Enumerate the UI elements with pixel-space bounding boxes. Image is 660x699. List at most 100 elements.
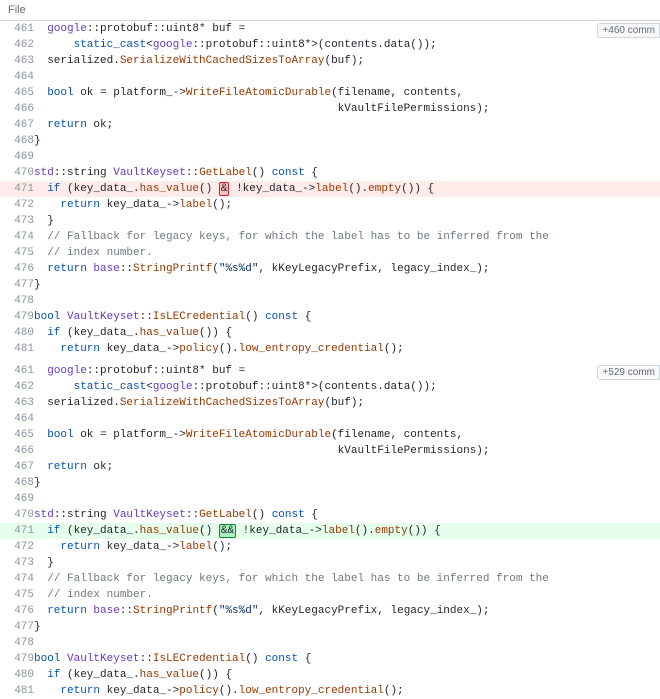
code-line[interactable]: 469	[0, 491, 660, 507]
line-number[interactable]: 471	[0, 523, 34, 539]
line-number[interactable]: 468	[0, 133, 34, 149]
token-func: GetLabel	[199, 167, 252, 179]
code-line[interactable]: 462 static_cast<google::protobuf::uint8*…	[0, 37, 660, 53]
code-line[interactable]: 465 bool ok = platform_->WriteFileAtomic…	[0, 427, 660, 443]
line-number[interactable]: 480	[0, 667, 34, 683]
code-line[interactable]: 468}	[0, 475, 660, 491]
line-number[interactable]: 468	[0, 475, 34, 491]
code-line[interactable]: 481 return key_data_->policy().low_entro…	[0, 341, 660, 357]
line-number[interactable]: 465	[0, 85, 34, 101]
line-number[interactable]: 466	[0, 101, 34, 117]
expand-old-button[interactable]: +460 comm	[597, 23, 660, 38]
code-line[interactable]: 461 google::protobuf::uint8* buf =	[0, 363, 660, 379]
line-number[interactable]: 474	[0, 571, 34, 587]
code-line[interactable]: 475 // index number.	[0, 587, 660, 603]
token-plain: kVaultFilePermissions);	[34, 445, 489, 457]
code-line[interactable]: 473 }	[0, 555, 660, 571]
code-line[interactable]: 472 return key_data_->label();	[0, 197, 660, 213]
line-number[interactable]: 480	[0, 325, 34, 341]
token-plain: key_data_->	[100, 685, 179, 697]
code-line[interactable]: 474 // Fallback for legacy keys, for whi…	[0, 229, 660, 245]
code-line[interactable]: 478	[0, 293, 660, 309]
line-number[interactable]: 477	[0, 277, 34, 293]
token-kw: return	[60, 343, 100, 355]
line-number[interactable]: 479	[0, 651, 34, 667]
line-number[interactable]: 462	[0, 379, 34, 395]
line-number[interactable]: 475	[0, 587, 34, 603]
line-number[interactable]: 478	[0, 635, 34, 651]
code-line[interactable]: 469	[0, 149, 660, 165]
code-line[interactable]: 470std::string VaultKeyset::GetLabel() c…	[0, 507, 660, 523]
code-line[interactable]: 465 bool ok = platform_->WriteFileAtomic…	[0, 85, 660, 101]
code-line[interactable]: 479bool VaultKeyset::IsLECredential() co…	[0, 309, 660, 325]
line-number[interactable]: 472	[0, 539, 34, 555]
code-line[interactable]: 475 // index number.	[0, 245, 660, 261]
line-number[interactable]: 464	[0, 411, 34, 427]
line-number[interactable]: 478	[0, 293, 34, 309]
token-plain	[34, 183, 47, 195]
line-number[interactable]: 467	[0, 117, 34, 133]
code-line[interactable]: 464	[0, 411, 660, 427]
code-line[interactable]: 463 serialized.SerializeWithCachedSizesT…	[0, 395, 660, 411]
code-line[interactable]: 472 return key_data_->label();	[0, 539, 660, 555]
code-line[interactable]: 470std::string VaultKeyset::GetLabel() c…	[0, 165, 660, 181]
token-plain: }	[34, 557, 54, 569]
line-number[interactable]: 470	[0, 507, 34, 523]
token-kw: static_cast	[74, 381, 147, 393]
line-number[interactable]: 463	[0, 395, 34, 411]
line-number[interactable]: 476	[0, 603, 34, 619]
token-plain: ().	[348, 183, 368, 195]
line-number[interactable]: 467	[0, 459, 34, 475]
code-line[interactable]: 476 return base::StringPrintf("%s%d", kK…	[0, 603, 660, 619]
code-line[interactable]: 473 }	[0, 213, 660, 229]
line-number[interactable]: 465	[0, 427, 34, 443]
code-line[interactable]: 466 kVaultFilePermissions);	[0, 443, 660, 459]
line-number[interactable]: 473	[0, 555, 34, 571]
code-line[interactable]: 480 if (key_data_.has_value()) {	[0, 667, 660, 683]
line-number[interactable]: 461	[0, 363, 34, 379]
expand-new-button[interactable]: +529 comm	[597, 365, 660, 380]
code-line[interactable]: 467 return ok;	[0, 459, 660, 475]
line-number[interactable]: 469	[0, 149, 34, 165]
token-ns: google	[47, 23, 87, 35]
code-line[interactable]: 471 if (key_data_.has_value() && !key_da…	[0, 523, 660, 539]
code-cell: return base::StringPrintf("%s%d", kKeyLe…	[34, 603, 660, 619]
token-func: GetLabel	[199, 509, 252, 521]
token-plain: ::protobuf::uint8* buf =	[87, 365, 245, 377]
code-line[interactable]: 478	[0, 635, 660, 651]
code-line[interactable]: 468}	[0, 133, 660, 149]
line-number[interactable]: 481	[0, 683, 34, 699]
line-number[interactable]: 461	[0, 21, 34, 37]
line-number[interactable]: 475	[0, 245, 34, 261]
code-line[interactable]: 474 // Fallback for legacy keys, for whi…	[0, 571, 660, 587]
code-line[interactable]: 462 static_cast<google::protobuf::uint8*…	[0, 379, 660, 395]
line-number[interactable]: 473	[0, 213, 34, 229]
line-number[interactable]: 479	[0, 309, 34, 325]
token-plain: ::	[120, 605, 133, 617]
code-line[interactable]: 471 if (key_data_.has_value() & !key_dat…	[0, 181, 660, 197]
line-number[interactable]: 464	[0, 69, 34, 85]
code-line[interactable]: 479bool VaultKeyset::IsLECredential() co…	[0, 651, 660, 667]
code-line[interactable]: 461 google::protobuf::uint8* buf =	[0, 21, 660, 37]
code-line[interactable]: 477}	[0, 619, 660, 635]
code-line[interactable]: 480 if (key_data_.has_value()) {	[0, 325, 660, 341]
code-line[interactable]: 481 return key_data_->policy().low_entro…	[0, 683, 660, 699]
line-number[interactable]: 469	[0, 491, 34, 507]
code-line[interactable]: 477}	[0, 277, 660, 293]
line-number[interactable]: 471	[0, 181, 34, 197]
line-number[interactable]: 481	[0, 341, 34, 357]
code-line[interactable]: 463 serialized.SerializeWithCachedSizesT…	[0, 53, 660, 69]
code-line[interactable]: 466 kVaultFilePermissions);	[0, 101, 660, 117]
line-number[interactable]: 470	[0, 165, 34, 181]
token-kw: return	[60, 685, 100, 697]
line-number[interactable]: 472	[0, 197, 34, 213]
code-line[interactable]: 476 return base::StringPrintf("%s%d", kK…	[0, 261, 660, 277]
line-number[interactable]: 463	[0, 53, 34, 69]
code-line[interactable]: 464	[0, 69, 660, 85]
line-number[interactable]: 476	[0, 261, 34, 277]
line-number[interactable]: 462	[0, 37, 34, 53]
code-line[interactable]: 467 return ok;	[0, 117, 660, 133]
line-number[interactable]: 474	[0, 229, 34, 245]
line-number[interactable]: 477	[0, 619, 34, 635]
line-number[interactable]: 466	[0, 443, 34, 459]
